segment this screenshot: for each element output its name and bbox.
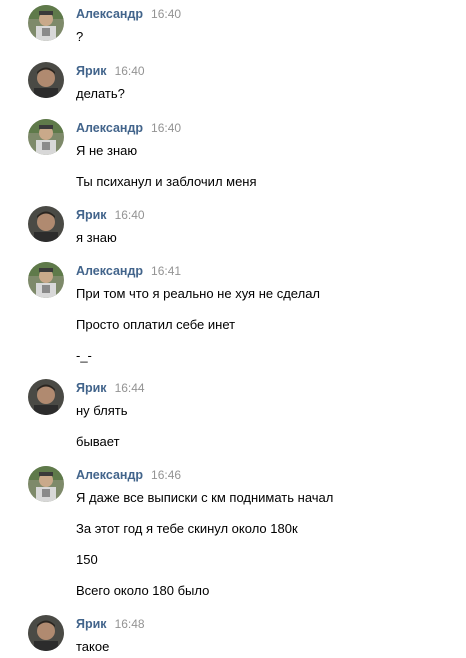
message-header: Александр 16:46 xyxy=(76,466,181,484)
author-name[interactable]: Александр xyxy=(76,264,143,278)
message-time[interactable]: 16:48 xyxy=(115,617,145,631)
message-time[interactable]: 16:44 xyxy=(115,381,145,395)
message-text: бывает xyxy=(76,434,120,449)
message-text: Всего около 180 было xyxy=(76,583,210,598)
message-time[interactable]: 16:46 xyxy=(151,468,181,482)
message-text: ну блять xyxy=(76,403,128,418)
message-time[interactable]: 16:40 xyxy=(115,64,145,78)
yarik-avatar[interactable] xyxy=(28,379,64,415)
message-text: За этот год я тебе скинул около 180к xyxy=(76,521,298,536)
author-name[interactable]: Ярик xyxy=(76,381,107,395)
message-header: Ярик 16:40 xyxy=(76,62,145,80)
author-name[interactable]: Ярик xyxy=(76,208,107,222)
yarik-avatar[interactable] xyxy=(28,62,64,98)
message-text: -_- xyxy=(76,348,92,363)
message-time[interactable]: 16:41 xyxy=(151,264,181,278)
message-text: делать? xyxy=(76,86,125,101)
message-time[interactable]: 16:40 xyxy=(151,121,181,135)
message-text: Ты психанул и заблочил меня xyxy=(76,174,257,189)
message-text: ? xyxy=(76,29,84,44)
alexander-avatar[interactable] xyxy=(28,5,64,41)
author-name[interactable]: Александр xyxy=(76,7,143,21)
message-header: Ярик 16:48 xyxy=(76,615,145,633)
author-name[interactable]: Александр xyxy=(76,468,143,482)
message-text: Я не знаю xyxy=(76,143,138,158)
message-text: я знаю xyxy=(76,230,117,245)
message-time[interactable]: 16:40 xyxy=(151,7,181,21)
message-header: Александр 16:40 xyxy=(76,5,181,23)
message-header: Ярик 16:40 xyxy=(76,206,145,224)
yarik-avatar[interactable] xyxy=(28,206,64,242)
author-name[interactable]: Ярик xyxy=(76,64,107,78)
message-time[interactable]: 16:40 xyxy=(115,208,145,222)
alexander-avatar[interactable] xyxy=(28,119,64,155)
alexander-avatar[interactable] xyxy=(28,466,64,502)
message-text: При том что я реально не хуя не сделал xyxy=(76,286,321,301)
message-text: 150 xyxy=(76,552,98,567)
message-header: Александр 16:41 xyxy=(76,262,181,280)
alexander-avatar[interactable] xyxy=(28,262,64,298)
message-text: такое xyxy=(76,639,110,654)
yarik-avatar[interactable] xyxy=(28,615,64,651)
message-text: Я даже все выписки с км поднимать начал xyxy=(76,490,334,505)
author-name[interactable]: Ярик xyxy=(76,617,107,631)
message-text: Просто оплатил себе инет xyxy=(76,317,236,332)
author-name[interactable]: Александр xyxy=(76,121,143,135)
message-header: Александр 16:40 xyxy=(76,119,181,137)
message-header: Ярик 16:44 xyxy=(76,379,145,397)
